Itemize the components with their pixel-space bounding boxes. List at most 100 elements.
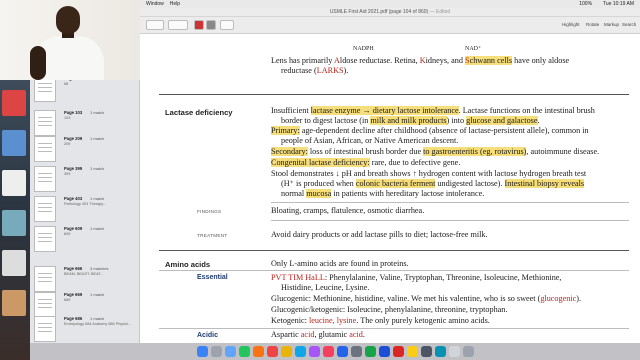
lactase-line-7: Stool demonstrates ↓ pH and breath shows… [271,169,587,178]
result-snippet: 209 [64,142,71,146]
photos-icon[interactable] [252,346,264,357]
lactase-line-5: Secondary: loss of intestinal brush bord… [271,147,600,156]
desktop-doc-icon[interactable] [2,250,26,276]
settings-icon[interactable] [350,346,362,357]
result-snippet: Embryology 684 Anatomy 686 Physiol... [64,322,132,326]
result-item[interactable]: Page 686 1 match Embryology 684 Anatomy … [32,314,138,344]
result-snippet: 669 [64,298,71,302]
facetime-icon[interactable] [364,346,376,357]
row-divider [159,270,629,271]
desktop-file-icon[interactable] [2,290,26,316]
lactase-line-4: people of Asian, African, or Native Amer… [281,136,459,145]
lactase-line-9: normal mucosa in patients with hereditar… [281,189,485,198]
trash-icon[interactable] [462,346,474,357]
sidebar-toggle-button[interactable] [146,20,164,30]
essential-line-3: Glucogenic: Methionine, histidine, valin… [271,294,582,303]
edited-indicator: — Edited [429,9,451,15]
music-icon[interactable] [322,346,334,357]
menu-bar: Window Help 100% Tue 10:19 AM [140,0,640,8]
nad-label: NAD⁺ [465,46,482,52]
result-page: Page 609 [64,226,83,231]
acidic-line-1: Aspartic acid, glutamic acid. [271,330,365,339]
battery-status[interactable]: 100% [579,1,592,7]
text-style-button[interactable] [220,20,234,30]
result-snippet: 399 [64,172,71,176]
result-item[interactable]: Page 209 1 match 209 [32,134,138,164]
lens-line-1: Lens has primarily Aldose reductase. Ret… [271,56,570,65]
row-divider [271,202,629,203]
result-count: 1 match [90,316,105,321]
result-item[interactable]: Page 403 1 match Pathology 403 Therapy..… [32,194,138,224]
lactase-line-1: Insufficient lactase enzyme → dietary la… [271,106,595,115]
treatment-text: Avoid dairy products or add lactase pill… [271,230,488,239]
lactase-deficiency-heading: Lactase deficiency [165,108,233,117]
result-count: 1 match [90,110,105,115]
mail-icon[interactable] [294,346,306,357]
downloads-icon[interactable] [448,346,460,357]
highlight-button[interactable]: Highlight [562,22,580,27]
preview-icon[interactable] [406,346,418,357]
result-snippet: 68 [64,82,69,86]
clock[interactable]: Tue 10:19 AM [603,1,634,7]
result-snippet: 103 [64,116,71,120]
nadph-label: NADPH [353,46,374,52]
result-snippet: 609 [64,232,71,236]
essential-line-1: PVT TIM HaLL: Phenylalanine, Valine, Try… [271,273,562,282]
section-divider [159,94,629,95]
page-thumbnail [34,166,56,192]
terminal-icon[interactable] [420,346,432,357]
color-swatch-red[interactable] [194,20,204,30]
calendar-icon[interactable] [266,346,278,357]
result-item[interactable]: Page 399 1 match 399 [32,164,138,194]
page-thumbnail [34,266,56,292]
findings-text: Bloating, cramps, flatulence, osmotic di… [271,206,425,215]
result-count: 1 match [90,136,105,141]
essential-heading: Essential [197,274,228,281]
word-icon[interactable] [378,346,390,357]
dock [30,343,640,360]
result-page: Page 669 [64,292,83,297]
menu-help[interactable]: Help [170,1,180,7]
zoom-button[interactable] [168,20,188,30]
page-thumbnail [34,136,56,162]
result-snippet: Pathology 403 Therapy... [64,202,107,206]
essential-line-4: Glucogenic/ketogenic: Isoleucine, phenyl… [271,305,508,314]
row-divider [159,328,629,329]
desktop-image-icon[interactable] [2,210,26,236]
desktop-folder-icon[interactable] [2,130,26,156]
row-divider [271,220,629,221]
webcam-person-head [56,6,80,34]
result-page: Page 666 [64,266,83,271]
color-swatch-gray[interactable] [206,20,216,30]
desktop-doc-icon[interactable] [2,170,26,196]
webcam-overlay [0,0,140,80]
podcasts-icon[interactable] [308,346,320,357]
result-count: 1 match [90,226,105,231]
app-store-icon[interactable] [336,346,348,357]
search-button[interactable]: Search [622,22,636,27]
finder-icon[interactable] [196,346,208,357]
result-snippet: BEAM, BEAST, BEAT... [64,272,104,276]
page-thumbnail [34,196,56,222]
result-page: Page 399 [64,166,83,171]
toolbar: Highlight Rotate Markup Search [140,17,640,34]
result-page: Page 103 [64,110,83,115]
acrobat-icon[interactable] [392,346,404,357]
lactase-line-3: Primary: age-dependent decline after chi… [271,126,589,135]
findings-label: FINDINGS [197,209,222,214]
safari-icon[interactable] [224,346,236,357]
markup-button[interactable]: Markup [604,22,619,27]
launchpad-icon[interactable] [210,346,222,357]
webcam-person-arm [30,46,46,80]
essential-line-2: Histidine, Leucine, Lysine. [281,283,370,292]
amino-acids-heading: Amino acids [165,260,211,269]
desktop-file-icon[interactable] [2,90,26,116]
search-results-sidebar: Page 68 1 match 68 Page 103 1 match 103 … [30,34,140,343]
messages-icon[interactable] [238,346,250,357]
notes-icon[interactable] [280,346,292,357]
rotate-button[interactable]: Rotate [586,22,599,27]
menu-window[interactable]: Window [146,1,164,7]
result-item[interactable]: Page 609 1 match 609 [32,224,138,254]
result-count: 1 match [90,292,105,297]
zoom-icon[interactable] [434,346,446,357]
